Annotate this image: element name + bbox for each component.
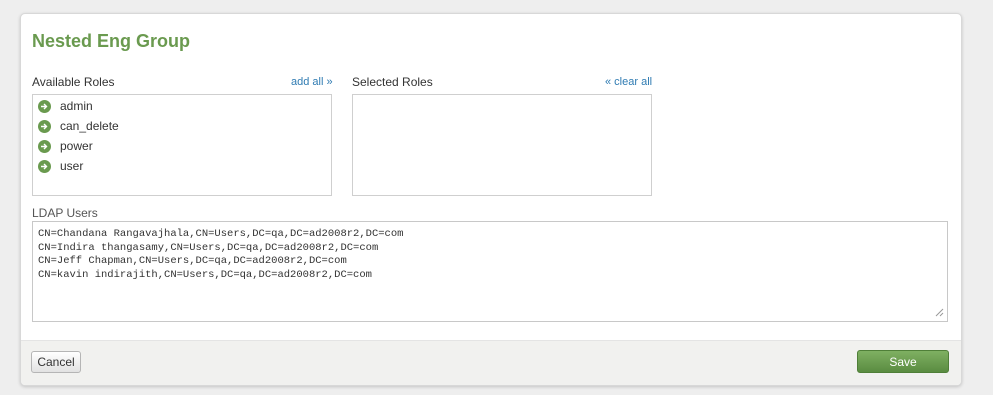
- edit-group-dialog: Nested Eng Group Available Roles add all…: [20, 13, 962, 386]
- role-label: user: [60, 159, 84, 173]
- available-role-item-admin[interactable]: admin: [38, 97, 93, 115]
- save-button[interactable]: Save: [857, 350, 949, 373]
- add-arrow-icon: [38, 159, 51, 173]
- clear-all-link[interactable]: « clear all: [605, 76, 652, 88]
- page-title: Nested Eng Group: [32, 31, 191, 51]
- role-label: can_delete: [60, 119, 119, 133]
- available-role-item-power[interactable]: power: [38, 137, 93, 155]
- add-arrow-icon: [38, 99, 51, 113]
- add-all-link[interactable]: add all »: [291, 76, 333, 88]
- selected-roles-list[interactable]: [352, 94, 652, 196]
- available-roles-label: Available Roles: [32, 75, 115, 89]
- resize-grip-icon[interactable]: [935, 308, 944, 317]
- ldap-users-label: LDAP Users: [32, 206, 98, 220]
- ldap-users-field[interactable]: CN=Chandana Rangavajhala,CN=Users,DC=qa,…: [32, 221, 948, 322]
- available-roles-list[interactable]: admin can_delete power user: [32, 94, 332, 196]
- dialog-footer: Cancel Save: [21, 340, 961, 385]
- cancel-button[interactable]: Cancel: [31, 351, 81, 373]
- available-role-item-user[interactable]: user: [38, 157, 83, 175]
- selected-roles-label: Selected Roles: [352, 75, 433, 89]
- add-arrow-icon: [38, 139, 51, 153]
- role-label: admin: [60, 99, 93, 113]
- role-label: power: [60, 139, 93, 153]
- add-arrow-icon: [38, 119, 51, 133]
- available-role-item-can-delete[interactable]: can_delete: [38, 117, 119, 135]
